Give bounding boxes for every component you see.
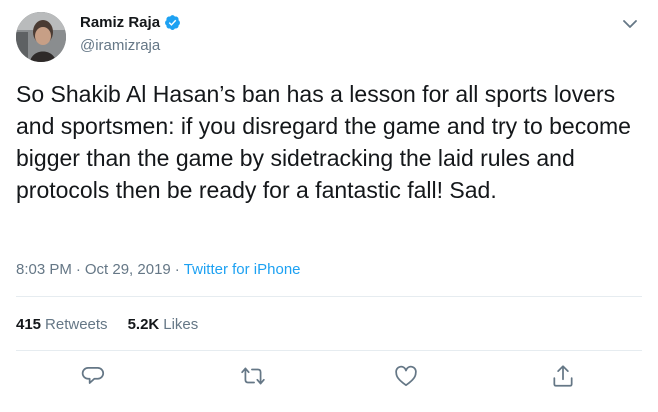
retweets-label: Retweets — [45, 316, 108, 333]
chevron-down-icon[interactable] — [620, 14, 640, 34]
tweet-text: So Shakib Al Hasan’s ban has a lesson fo… — [16, 81, 638, 203]
retweets-count: 415 — [16, 316, 42, 333]
author-handle[interactable]: @iramizraja — [80, 37, 160, 54]
meta-separator: · — [75, 261, 81, 278]
tweet-metadata: 8:03 PM · Oct 29, 2019 · Twitter for iPhone — [16, 261, 301, 278]
retweet-icon[interactable] — [240, 363, 266, 389]
tweet-stats: 415 Retweets 5.2K Likes — [16, 316, 218, 333]
tweet-card: Ramiz Raja @iramizraja So Shakib Al Hasa… — [0, 0, 658, 412]
heart-icon[interactable] — [393, 363, 419, 389]
author-name-row[interactable]: Ramiz Raja — [80, 14, 181, 31]
meta-separator: · — [174, 261, 180, 278]
tweet-date[interactable]: Oct 29, 2019 — [85, 261, 171, 278]
retweets-stat[interactable]: 415 Retweets — [16, 316, 108, 333]
likes-count: 5.2K — [127, 316, 160, 333]
tweet-actions — [0, 363, 658, 393]
tweet-source-link[interactable]: Twitter for iPhone — [184, 261, 301, 278]
likes-label: Likes — [163, 316, 199, 333]
divider — [16, 296, 642, 297]
share-icon[interactable] — [550, 363, 576, 389]
divider — [16, 350, 642, 351]
reply-icon[interactable] — [81, 363, 107, 389]
avatar[interactable] — [16, 12, 66, 62]
tweet-time[interactable]: 8:03 PM — [16, 261, 72, 278]
display-name[interactable]: Ramiz Raja — [80, 14, 160, 31]
verified-badge-icon — [164, 14, 181, 31]
likes-stat[interactable]: 5.2K Likes — [128, 316, 199, 333]
